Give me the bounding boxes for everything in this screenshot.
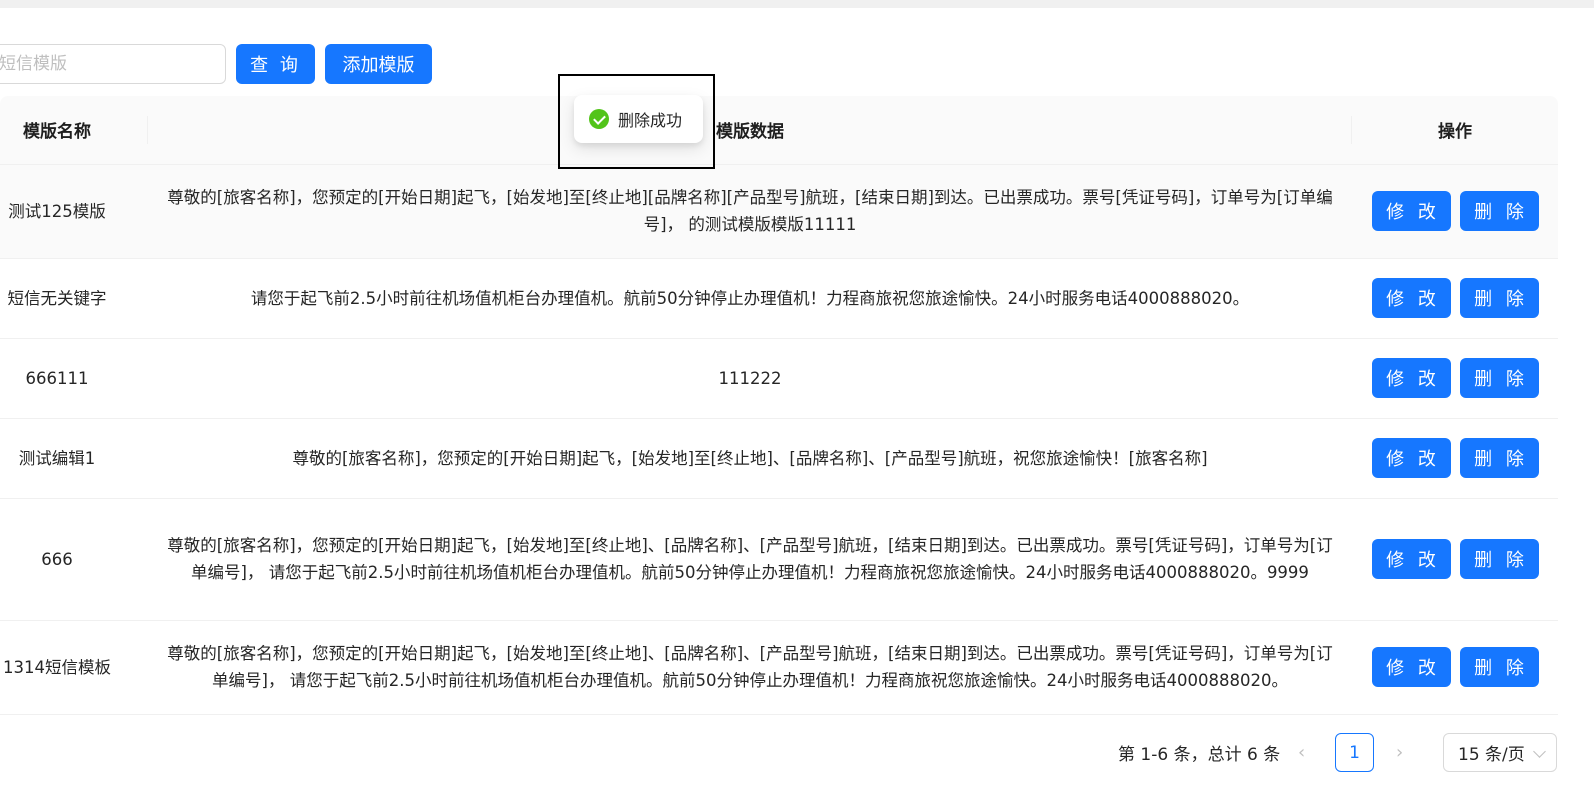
template-data-cell: 111222 xyxy=(148,338,1352,419)
check-circle-icon xyxy=(589,109,609,129)
table-row: 666111 111222 修 改删 除 xyxy=(0,338,1558,419)
actions-cell: 修 改删 除 xyxy=(1352,620,1558,715)
delete-button[interactable]: 删 除 xyxy=(1459,278,1539,318)
page-size-select[interactable]: 15 条/页 xyxy=(1443,733,1557,772)
edit-button[interactable]: 修 改 xyxy=(1371,647,1451,687)
template-data-cell: 请您于起飞前2.5小时前往机场值机柜台办理值机。航前50分钟停止办理值机！力程商… xyxy=(148,258,1352,339)
template-data-cell: 尊敬的[旅客名称]，您预定的[开始日期]起飞，[始发地]至[终止地][品牌名称]… xyxy=(148,164,1352,259)
table-row: 测试编辑1 尊敬的[旅客名称]，您预定的[开始日期]起飞，[始发地]至[终止地]… xyxy=(0,418,1558,499)
actions-cell: 修 改删 除 xyxy=(1352,498,1558,621)
column-header-actions: 操作 xyxy=(1352,96,1558,165)
template-name-cell: 666 xyxy=(0,498,148,621)
pagination-total: 第 1-6 条，总计 6 条 xyxy=(1118,745,1281,765)
actions-cell: 修 改删 除 xyxy=(1352,338,1558,419)
template-data-cell: 尊敬的[旅客名称]，您预定的[开始日期]起飞，[始发地]至[终止地]、[品牌名称… xyxy=(148,620,1352,715)
delete-button[interactable]: 删 除 xyxy=(1459,647,1539,687)
delete-button[interactable]: 删 除 xyxy=(1459,438,1539,478)
table-header-row: 模版名称 模版数据 操作 xyxy=(0,96,1558,165)
search-input[interactable] xyxy=(0,44,226,84)
column-header-data: 模版数据 xyxy=(148,96,1352,165)
edit-button[interactable]: 修 改 xyxy=(1371,358,1451,398)
top-bar xyxy=(0,0,1594,8)
template-name-cell: 短信无关键字 xyxy=(0,258,148,339)
add-template-button[interactable]: 添加模版 xyxy=(325,44,432,84)
actions-cell: 修 改删 除 xyxy=(1352,418,1558,499)
template-table: 模版名称 模版数据 操作 测试125模版 尊敬的[旅客名称]，您预定的[开始日期… xyxy=(0,96,1558,715)
query-button[interactable]: 查 询 xyxy=(236,44,315,84)
toast-message: 删除成功 xyxy=(618,111,683,130)
actions-cell: 修 改删 除 xyxy=(1352,164,1558,259)
column-header-name: 模版名称 xyxy=(0,96,148,165)
template-name-cell: 666111 xyxy=(0,338,148,419)
actions-cell: 修 改删 除 xyxy=(1352,258,1558,339)
page-number-1[interactable]: 1 xyxy=(1335,733,1374,772)
table-row: 1314短信模板 尊敬的[旅客名称]，您预定的[开始日期]起飞，[始发地]至[终… xyxy=(0,620,1558,715)
edit-button[interactable]: 修 改 xyxy=(1371,539,1451,579)
success-toast: 删除成功 xyxy=(574,95,703,143)
table-row: 测试125模版 尊敬的[旅客名称]，您预定的[开始日期]起飞，[始发地]至[终止… xyxy=(0,164,1558,259)
template-name-cell: 1314短信模板 xyxy=(0,620,148,715)
delete-button[interactable]: 删 除 xyxy=(1459,539,1539,579)
template-data-cell: 尊敬的[旅客名称]，您预定的[开始日期]起飞，[始发地]至[终止地]、[品牌名称… xyxy=(148,418,1352,499)
edit-button[interactable]: 修 改 xyxy=(1371,438,1451,478)
template-name-cell: 测试125模版 xyxy=(0,164,148,259)
chevron-down-icon xyxy=(1533,745,1546,758)
table-row: 666 尊敬的[旅客名称]，您预定的[开始日期]起飞，[始发地]至[终止地]、[… xyxy=(0,498,1558,621)
chevron-left-icon[interactable]: ‹ xyxy=(1298,742,1305,763)
delete-button[interactable]: 删 除 xyxy=(1459,191,1539,231)
table-row: 短信无关键字 请您于起飞前2.5小时前往机场值机柜台办理值机。航前50分钟停止办… xyxy=(0,258,1558,339)
edit-button[interactable]: 修 改 xyxy=(1371,278,1451,318)
template-data-cell: 尊敬的[旅客名称]，您预定的[开始日期]起飞，[始发地]至[终止地]、[品牌名称… xyxy=(148,498,1352,621)
delete-button[interactable]: 删 除 xyxy=(1459,358,1539,398)
page-size-value: 15 条/页 xyxy=(1458,745,1525,765)
edit-button[interactable]: 修 改 xyxy=(1371,191,1451,231)
chevron-right-icon[interactable]: › xyxy=(1396,742,1403,763)
template-name-cell: 测试编辑1 xyxy=(0,418,148,499)
